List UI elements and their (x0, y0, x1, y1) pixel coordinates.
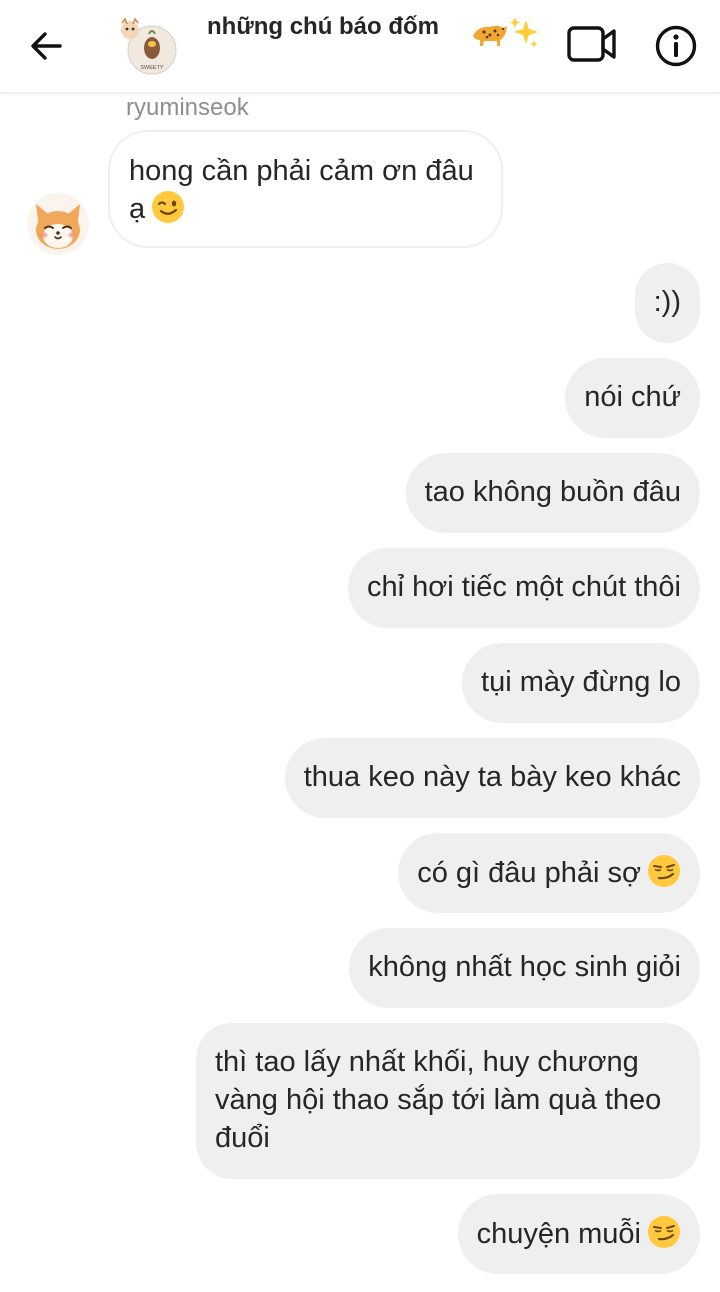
video-call-icon (567, 26, 616, 62)
outgoing-message[interactable]: chỉ hơi tiếc một chút thôi (348, 548, 700, 628)
smirking-face-emoji (648, 1216, 680, 1248)
message-text: không nhất học sinh giỏi (368, 951, 681, 983)
avatar-text: SWEETY (140, 65, 164, 71)
winking-face-emoji (152, 191, 185, 223)
outgoing-message[interactable]: thua keo này ta bày keo khác (284, 738, 700, 818)
video-call-button[interactable] (564, 20, 620, 70)
message-text: tao không buồn đâu (424, 476, 681, 508)
sender-name: ryuminseok (126, 94, 249, 121)
outgoing-message[interactable]: thì tao lấy nhất khối, huy chương vàng h… (196, 1023, 700, 1179)
chat-title[interactable]: những chú báo đốm (207, 13, 439, 41)
info-button[interactable] (650, 20, 702, 72)
incoming-message[interactable]: hong cần phải cảm ơn đâu ạ (108, 130, 503, 248)
message-text: tụi mày đừng lo (481, 666, 681, 698)
message-text: nói chứ (584, 381, 681, 413)
arrow-left-icon (31, 32, 62, 60)
group-avatar[interactable]: SWEETY (116, 14, 178, 76)
message-text: thua keo này ta bày keo khác (303, 761, 681, 793)
leopard-emoji (473, 25, 507, 46)
message-text: :)) (653, 286, 681, 318)
outgoing-message[interactable]: có gì đâu phải sợ (398, 833, 700, 913)
sender-avatar[interactable] (26, 192, 90, 256)
outgoing-message[interactable]: :)) (634, 263, 700, 343)
back-button[interactable] (24, 24, 68, 68)
outgoing-message[interactable]: chuyện muỗi (457, 1194, 700, 1274)
sparkles-emoji (510, 17, 538, 48)
smirking-face-emoji (648, 855, 680, 887)
info-icon (655, 25, 697, 67)
message-text: thì tao lấy nhất khối, huy chương vàng h… (215, 1046, 662, 1154)
message-text: có gì đâu phải sợ (417, 857, 641, 889)
outgoing-message[interactable]: không nhất học sinh giỏi (349, 928, 700, 1008)
outgoing-message[interactable]: nói chứ (565, 358, 700, 438)
message-text: chuyện muỗi (476, 1218, 641, 1250)
title-emojis (473, 17, 538, 48)
outgoing-message[interactable]: tao không buồn đâu (405, 453, 700, 533)
outgoing-message[interactable]: tụi mày đừng lo (462, 643, 700, 723)
chat-header: SWEETY những chú báo đốm (0, 0, 720, 94)
message-text: chỉ hơi tiếc một chút thôi (367, 571, 681, 603)
